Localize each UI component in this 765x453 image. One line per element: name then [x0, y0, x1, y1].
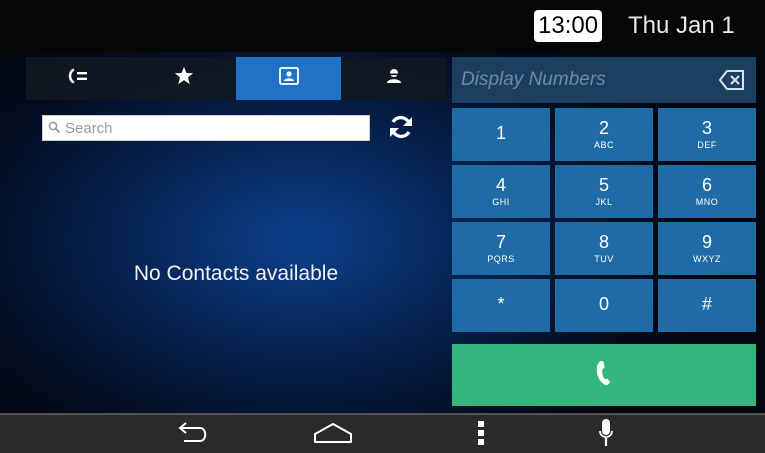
- microphone-icon: [599, 418, 613, 453]
- key-digit: 5: [598, 174, 609, 195]
- key-digit: 7: [495, 231, 506, 252]
- key-digit: 3: [701, 117, 712, 138]
- back-icon: [174, 421, 214, 450]
- refresh-icon: [387, 114, 415, 145]
- key-8[interactable]: 8 TUV: [555, 222, 653, 275]
- search-input[interactable]: [43, 116, 365, 140]
- clock-time: 13:00: [534, 10, 603, 42]
- key-3[interactable]: 3 DEF: [658, 108, 756, 161]
- display-placeholder: Display Numbers: [461, 69, 606, 90]
- dialpad-keypad: 1 2 ABC 3 DEF 4 GHI 5 JKL 6 MNO 7 PQRS 8: [452, 108, 756, 332]
- key-2[interactable]: 2 ABC: [555, 108, 653, 161]
- home-button[interactable]: [310, 420, 356, 450]
- key-4[interactable]: 4 GHI: [452, 165, 550, 218]
- key-0[interactable]: 0: [555, 279, 653, 332]
- tab-favorites[interactable]: [131, 57, 236, 100]
- key-6[interactable]: 6 MNO: [658, 165, 756, 218]
- no-contacts-message: No Contacts available: [133, 262, 339, 285]
- key-7[interactable]: 7 PQRS: [452, 222, 550, 275]
- key-letters: DEF: [697, 139, 717, 150]
- key-digit: 1: [495, 123, 506, 143]
- key-star[interactable]: *: [452, 279, 550, 332]
- tab-contacts[interactable]: [236, 57, 341, 100]
- key-letters: JKL: [595, 196, 613, 207]
- star-icon: [174, 66, 194, 91]
- backspace-button[interactable]: [718, 68, 746, 92]
- key-hash[interactable]: #: [658, 279, 756, 332]
- key-digit: 2: [598, 117, 609, 138]
- refresh-button[interactable]: [384, 113, 418, 145]
- key-digit: 4: [495, 174, 506, 195]
- recent-calls-icon: [68, 67, 90, 90]
- key-digit: 6: [701, 174, 712, 195]
- key-digit: #: [701, 294, 712, 314]
- key-letters: WXYZ: [693, 253, 721, 264]
- key-9[interactable]: 9 WXYZ: [658, 222, 756, 275]
- phone-tab-bar: [26, 57, 446, 100]
- menu-icon: [477, 420, 485, 451]
- phone-screen: 13:00 Thu Jan 1 Search No Contacts avail…: [0, 0, 765, 453]
- key-letters: MNO: [695, 196, 719, 207]
- status-bar: 13:00 Thu Jan 1: [0, 0, 765, 52]
- call-button[interactable]: [452, 344, 756, 406]
- search-icon: [48, 121, 61, 139]
- key-5[interactable]: 5 JKL: [555, 165, 653, 218]
- system-nav-bar: [0, 413, 765, 453]
- back-button[interactable]: [172, 420, 216, 450]
- person-icon: [385, 67, 403, 91]
- clock-date: Thu Jan 1: [628, 12, 735, 39]
- phone-icon: [595, 359, 613, 392]
- key-digit: *: [497, 294, 505, 314]
- microphone-button[interactable]: [596, 418, 616, 453]
- home-icon: [312, 421, 354, 450]
- menu-button[interactable]: [473, 420, 489, 450]
- key-letters: PQRS: [487, 253, 515, 264]
- key-letters: GHI: [492, 196, 510, 207]
- key-digit: 0: [598, 294, 609, 314]
- backspace-icon: [718, 70, 746, 96]
- key-digit: 9: [701, 231, 712, 252]
- key-1[interactable]: 1: [452, 108, 550, 161]
- key-letters: TUV: [594, 253, 614, 264]
- tab-voicemail[interactable]: [341, 57, 446, 100]
- contact-search-box[interactable]: [42, 115, 370, 141]
- key-digit: 8: [598, 231, 609, 252]
- tab-recent-calls[interactable]: [26, 57, 131, 100]
- contacts-icon: [278, 66, 299, 91]
- number-display-field[interactable]: Display Numbers: [452, 57, 756, 103]
- key-letters: ABC: [593, 139, 614, 150]
